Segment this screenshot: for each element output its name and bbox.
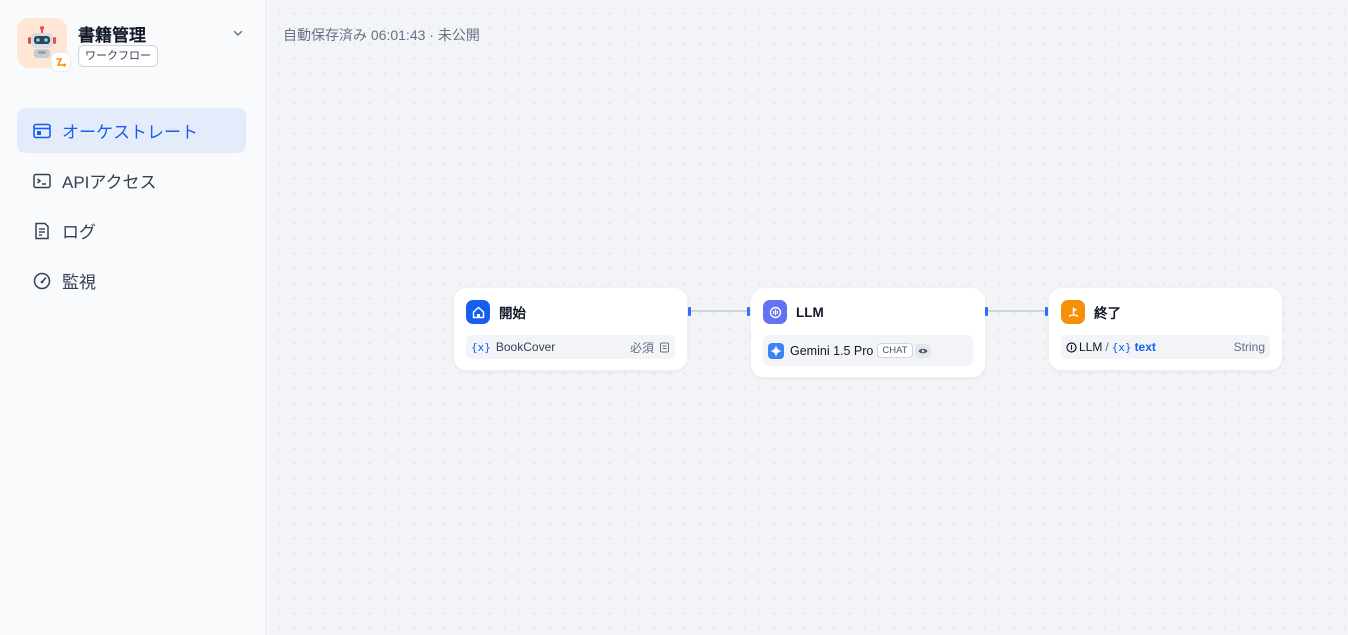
sidebar: 書籍管理 ワークフロー オーケストレート APIアクセス ログ 監視 (0, 0, 266, 635)
mode-chip: CHAT (877, 343, 913, 358)
chevron-down-icon[interactable] (231, 26, 245, 40)
variable-icon: {x} (471, 340, 491, 354)
home-icon (466, 300, 490, 324)
sidebar-item-label: オーケストレート (62, 123, 198, 142)
app-type-tag: ワークフロー (78, 45, 158, 67)
workflow-badge-icon (51, 52, 71, 72)
variable-name: text (1134, 340, 1156, 354)
gemini-icon (768, 342, 784, 359)
log-icon (33, 222, 51, 240)
start-output-handle[interactable] (688, 307, 691, 316)
window-icon (33, 122, 51, 140)
variable-icon: {x} (1111, 340, 1132, 354)
eye-icon[interactable] (914, 343, 931, 358)
input-variable-row[interactable]: {x} BookCover 必須 (466, 335, 675, 359)
llm-input-handle[interactable] (747, 307, 750, 316)
edge-llm-end (988, 310, 1046, 312)
source-node-name: LLM (1079, 340, 1103, 354)
autosave-status: 自動保存済み 06:01:43 · 未公開 (283, 27, 480, 43)
sidebar-item-api-access[interactable]: APIアクセス (17, 158, 246, 203)
sidebar-item-label: ログ (62, 223, 96, 242)
node-title: LLM (796, 304, 824, 320)
llm-source-icon (1066, 341, 1077, 353)
sidebar-nav: オーケストレート APIアクセス ログ 監視 (17, 108, 246, 308)
edge-start-llm (690, 310, 748, 312)
app-header[interactable]: 書籍管理 ワークフロー (17, 18, 245, 74)
app-title: 書籍管理 (78, 26, 146, 45)
start-node[interactable]: 開始 {x} BookCover 必須 (453, 287, 688, 371)
sidebar-item-monitoring[interactable]: 監視 (17, 258, 246, 303)
llm-output-handle[interactable] (985, 307, 988, 316)
end-node[interactable]: 終了 LLM / {x} text String (1048, 287, 1283, 371)
variable-name: BookCover (495, 340, 556, 354)
gauge-icon (33, 272, 51, 290)
sidebar-item-orchestrate[interactable]: オーケストレート (17, 108, 246, 153)
sidebar-item-label: APIアクセス (62, 173, 157, 192)
required-label: 必須 (629, 340, 654, 355)
end-input-handle[interactable] (1045, 307, 1048, 316)
variable-type: String (1233, 340, 1265, 354)
output-variable-row[interactable]: LLM / {x} text String (1061, 335, 1270, 359)
model-selector[interactable]: Gemini 1.5 Pro CHAT (763, 335, 973, 366)
path-separator: / (1105, 340, 1109, 354)
llm-brain-icon (763, 300, 787, 324)
node-title: 開始 (499, 306, 526, 321)
terminal-icon (33, 172, 51, 190)
node-title: 終了 (1094, 306, 1121, 321)
model-name: Gemini 1.5 Pro (790, 343, 874, 358)
llm-node[interactable]: LLM Gemini 1.5 Pro CHAT (750, 287, 986, 378)
workflow-canvas[interactable]: 自動保存済み 06:01:43 · 未公開 開始 {x} BookCover 必… (266, 0, 1348, 635)
file-icon (660, 342, 669, 352)
sidebar-item-logs[interactable]: ログ (17, 208, 246, 253)
flag-end-icon (1061, 300, 1085, 324)
sidebar-item-label: 監視 (62, 273, 96, 292)
